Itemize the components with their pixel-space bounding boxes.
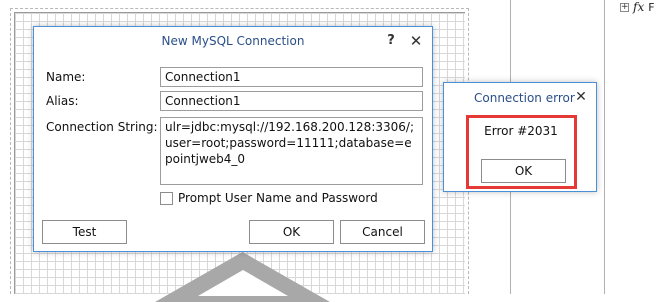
function-icon: fx [633, 0, 645, 14]
help-icon[interactable]: ? [383, 32, 399, 50]
error-dialog-title: Connection error [474, 91, 575, 105]
connection-error-dialog: Connection error ✕ Error #2031 OK [443, 82, 597, 192]
name-label: Name: [46, 70, 86, 84]
connection-string-input[interactable]: ulr=jdbc:mysql://192.168.200.128:3306/;u… [160, 117, 423, 185]
alias-label: Alias: [46, 94, 79, 108]
connection-string-label: Connection String: [46, 120, 158, 134]
ok-button[interactable]: OK [249, 220, 334, 244]
name-input[interactable]: Connection1 [160, 67, 423, 87]
close-icon[interactable]: ✕ [408, 32, 424, 50]
test-button[interactable]: Test [42, 220, 127, 244]
alias-input[interactable]: Connection1 [160, 91, 423, 111]
tree-item-label: F [648, 0, 655, 14]
cancel-button[interactable]: Cancel [340, 220, 425, 244]
function-tree-header[interactable]: + fx F [620, 0, 655, 14]
close-icon[interactable]: ✕ [574, 89, 588, 105]
panel-divider-right [604, 0, 605, 294]
expand-icon[interactable]: + [620, 2, 629, 12]
new-mysql-connection-dialog: New MySQL Connection ? ✕ Name: Connectio… [33, 26, 433, 252]
prompt-credentials-checkbox[interactable] [160, 192, 173, 205]
error-highlight-box [466, 115, 577, 189]
dialog-title: New MySQL Connection [161, 34, 305, 48]
prompt-credentials-label[interactable]: Prompt User Name and Password [178, 191, 378, 205]
